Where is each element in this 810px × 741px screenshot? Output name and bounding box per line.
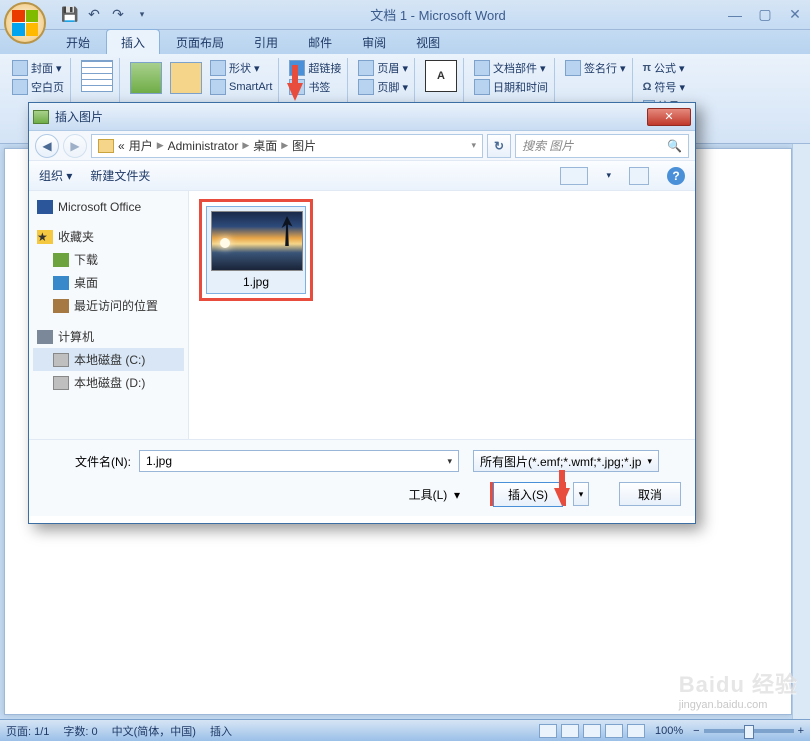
sidebar-item-msoffice[interactable]: Microsoft Office	[33, 197, 184, 217]
dialog-nav-bar: ◀ ▶ « 用户▶ Administrator▶ 桌面▶ 图片 ▾ ↻ 搜索 图…	[29, 131, 695, 161]
status-bar: 页面: 1/1 字数: 0 中文(简体，中国) 插入 100% − +	[0, 719, 810, 741]
symbol-button[interactable]: Ω符号 ▾	[643, 79, 685, 95]
sidebar-item-favorites[interactable]: ★收藏夹	[33, 225, 184, 248]
tab-home[interactable]: 开始	[52, 30, 104, 54]
tab-layout[interactable]: 页面布局	[162, 30, 238, 54]
view-draft-icon[interactable]	[627, 724, 645, 738]
file-name-label: 1.jpg	[211, 271, 301, 289]
preview-pane-button[interactable]	[629, 167, 649, 185]
sidebar-item-disk-d[interactable]: 本地磁盘 (D:)	[33, 371, 184, 394]
view-dropdown-icon[interactable]: ▾	[606, 170, 611, 181]
tab-references[interactable]: 引用	[240, 30, 292, 54]
doc-parts-button[interactable]: 文档部件 ▾	[474, 60, 548, 76]
close-button[interactable]: ✕	[784, 6, 806, 24]
table-button[interactable]	[81, 60, 113, 92]
title-bar: 💾 ↶ ↷ ▾ 文档 1 - Microsoft Word — ▢ ✕	[0, 0, 810, 30]
signature-button[interactable]: 签名行 ▾	[565, 60, 626, 76]
view-print-layout-icon[interactable]	[539, 724, 557, 738]
office-button[interactable]	[4, 2, 46, 44]
file-thumbnail[interactable]: 1.jpg	[206, 206, 306, 294]
back-button[interactable]: ◀	[35, 134, 59, 158]
status-mode[interactable]: 插入	[210, 723, 232, 739]
dialog-bottom-panel: 文件名(N): 1.jpg▾ 所有图片(*.emf;*.wmf;*.jpg;*.…	[29, 439, 695, 516]
file-list-area[interactable]: 1.jpg	[189, 191, 695, 439]
shapes-button[interactable]: 形状 ▾	[210, 60, 272, 76]
file-type-filter[interactable]: 所有图片(*.emf;*.wmf;*.jpg;*.jp▾	[473, 450, 659, 472]
sidebar-item-downloads[interactable]: 下载	[33, 248, 184, 271]
zoom-slider[interactable]	[704, 729, 794, 733]
tab-review[interactable]: 审阅	[348, 30, 400, 54]
ribbon-tabs: 开始 插入 页面布局 引用 邮件 审阅 视图	[0, 30, 810, 54]
cancel-button[interactable]: 取消	[619, 482, 681, 506]
save-icon[interactable]: 💾	[60, 5, 80, 25]
blank-page-button[interactable]: 空白页	[12, 79, 64, 95]
insert-picture-dialog: 插入图片 ✕ ◀ ▶ « 用户▶ Administrator▶ 桌面▶ 图片 ▾…	[28, 102, 696, 524]
undo-icon[interactable]: ↶	[84, 5, 104, 25]
refresh-button[interactable]: ↻	[487, 134, 511, 158]
dialog-title: 插入图片	[55, 108, 103, 125]
sidebar-item-recent[interactable]: 最近访问的位置	[33, 294, 184, 317]
annotation-arrow-icon	[287, 83, 303, 101]
cover-page-button[interactable]: 封面 ▾	[12, 60, 64, 76]
clipart-button[interactable]	[170, 60, 202, 95]
breadcrumb-item[interactable]: Administrator	[168, 139, 239, 153]
insert-dropdown-button[interactable]: ▾	[573, 482, 589, 506]
minimize-button[interactable]: —	[724, 6, 746, 24]
forward-button[interactable]: ▶	[63, 134, 87, 158]
folder-icon	[98, 139, 114, 153]
search-input[interactable]: 搜索 图片 🔍	[515, 134, 689, 158]
sidebar-item-computer[interactable]: 计算机	[33, 325, 184, 348]
view-outline-icon[interactable]	[605, 724, 623, 738]
thumbnail-image	[211, 211, 303, 271]
footer-button[interactable]: 页脚 ▾	[358, 79, 408, 95]
annotation-arrow-icon	[554, 488, 570, 506]
smartart-button[interactable]: SmartArt	[210, 79, 272, 95]
annotation-highlight: 1.jpg	[199, 199, 313, 301]
breadcrumb-item[interactable]: 桌面	[253, 137, 277, 154]
dialog-toolbar: 组织 ▾ 新建文件夹 ▾ ?	[29, 161, 695, 191]
tab-view[interactable]: 视图	[402, 30, 454, 54]
picture-button[interactable]	[130, 60, 162, 95]
dialog-sidebar: Microsoft Office ★收藏夹 下载 桌面 最近访问的位置 计算机 …	[29, 191, 189, 439]
organize-button[interactable]: 组织 ▾	[39, 167, 72, 184]
new-folder-button[interactable]: 新建文件夹	[90, 167, 150, 184]
redo-icon[interactable]: ↷	[108, 5, 128, 25]
filename-input[interactable]: 1.jpg▾	[139, 450, 459, 472]
zoom-level[interactable]: 100%	[655, 725, 683, 737]
datetime-button[interactable]: 日期和时间	[474, 79, 548, 95]
equation-button[interactable]: π公式 ▾	[643, 60, 685, 76]
view-web-icon[interactable]	[583, 724, 601, 738]
breadcrumb-item[interactable]: 图片	[292, 137, 316, 154]
tab-mail[interactable]: 邮件	[294, 30, 346, 54]
help-icon[interactable]: ?	[667, 167, 685, 185]
vertical-scrollbar[interactable]	[792, 144, 810, 719]
quick-access-toolbar: 💾 ↶ ↷ ▾	[60, 5, 152, 25]
textbox-button[interactable]: A	[425, 60, 457, 92]
insert-button[interactable]: 插入(S)	[493, 482, 563, 507]
filename-label: 文件名(N):	[43, 453, 131, 470]
breadcrumb-item[interactable]: 用户	[129, 137, 153, 154]
zoom-in-icon[interactable]: +	[798, 725, 804, 737]
dialog-title-bar: 插入图片 ✕	[29, 103, 695, 131]
tab-insert[interactable]: 插入	[106, 29, 160, 54]
dialog-close-button[interactable]: ✕	[647, 108, 691, 126]
maximize-button[interactable]: ▢	[754, 6, 776, 24]
picture-icon	[33, 110, 49, 124]
status-language[interactable]: 中文(简体，中国)	[112, 723, 196, 739]
view-mode-button[interactable]	[560, 167, 588, 185]
address-bar[interactable]: « 用户▶ Administrator▶ 桌面▶ 图片 ▾	[91, 134, 483, 158]
header-button[interactable]: 页眉 ▾	[358, 60, 408, 76]
window-title: 文档 1 - Microsoft Word	[152, 5, 724, 24]
status-words[interactable]: 字数: 0	[63, 723, 97, 739]
search-icon: 🔍	[667, 139, 682, 153]
status-page[interactable]: 页面: 1/1	[6, 723, 49, 739]
qat-dropdown-icon[interactable]: ▾	[132, 5, 152, 25]
sidebar-item-desktop[interactable]: 桌面	[33, 271, 184, 294]
watermark: Baidu 经验 jingyan.baidu.com	[679, 667, 798, 711]
sidebar-item-disk-c[interactable]: 本地磁盘 (C:)	[33, 348, 184, 371]
zoom-out-icon[interactable]: −	[693, 725, 699, 737]
tools-button[interactable]: 工具(L) ▾	[409, 486, 460, 503]
view-fullscreen-icon[interactable]	[561, 724, 579, 738]
